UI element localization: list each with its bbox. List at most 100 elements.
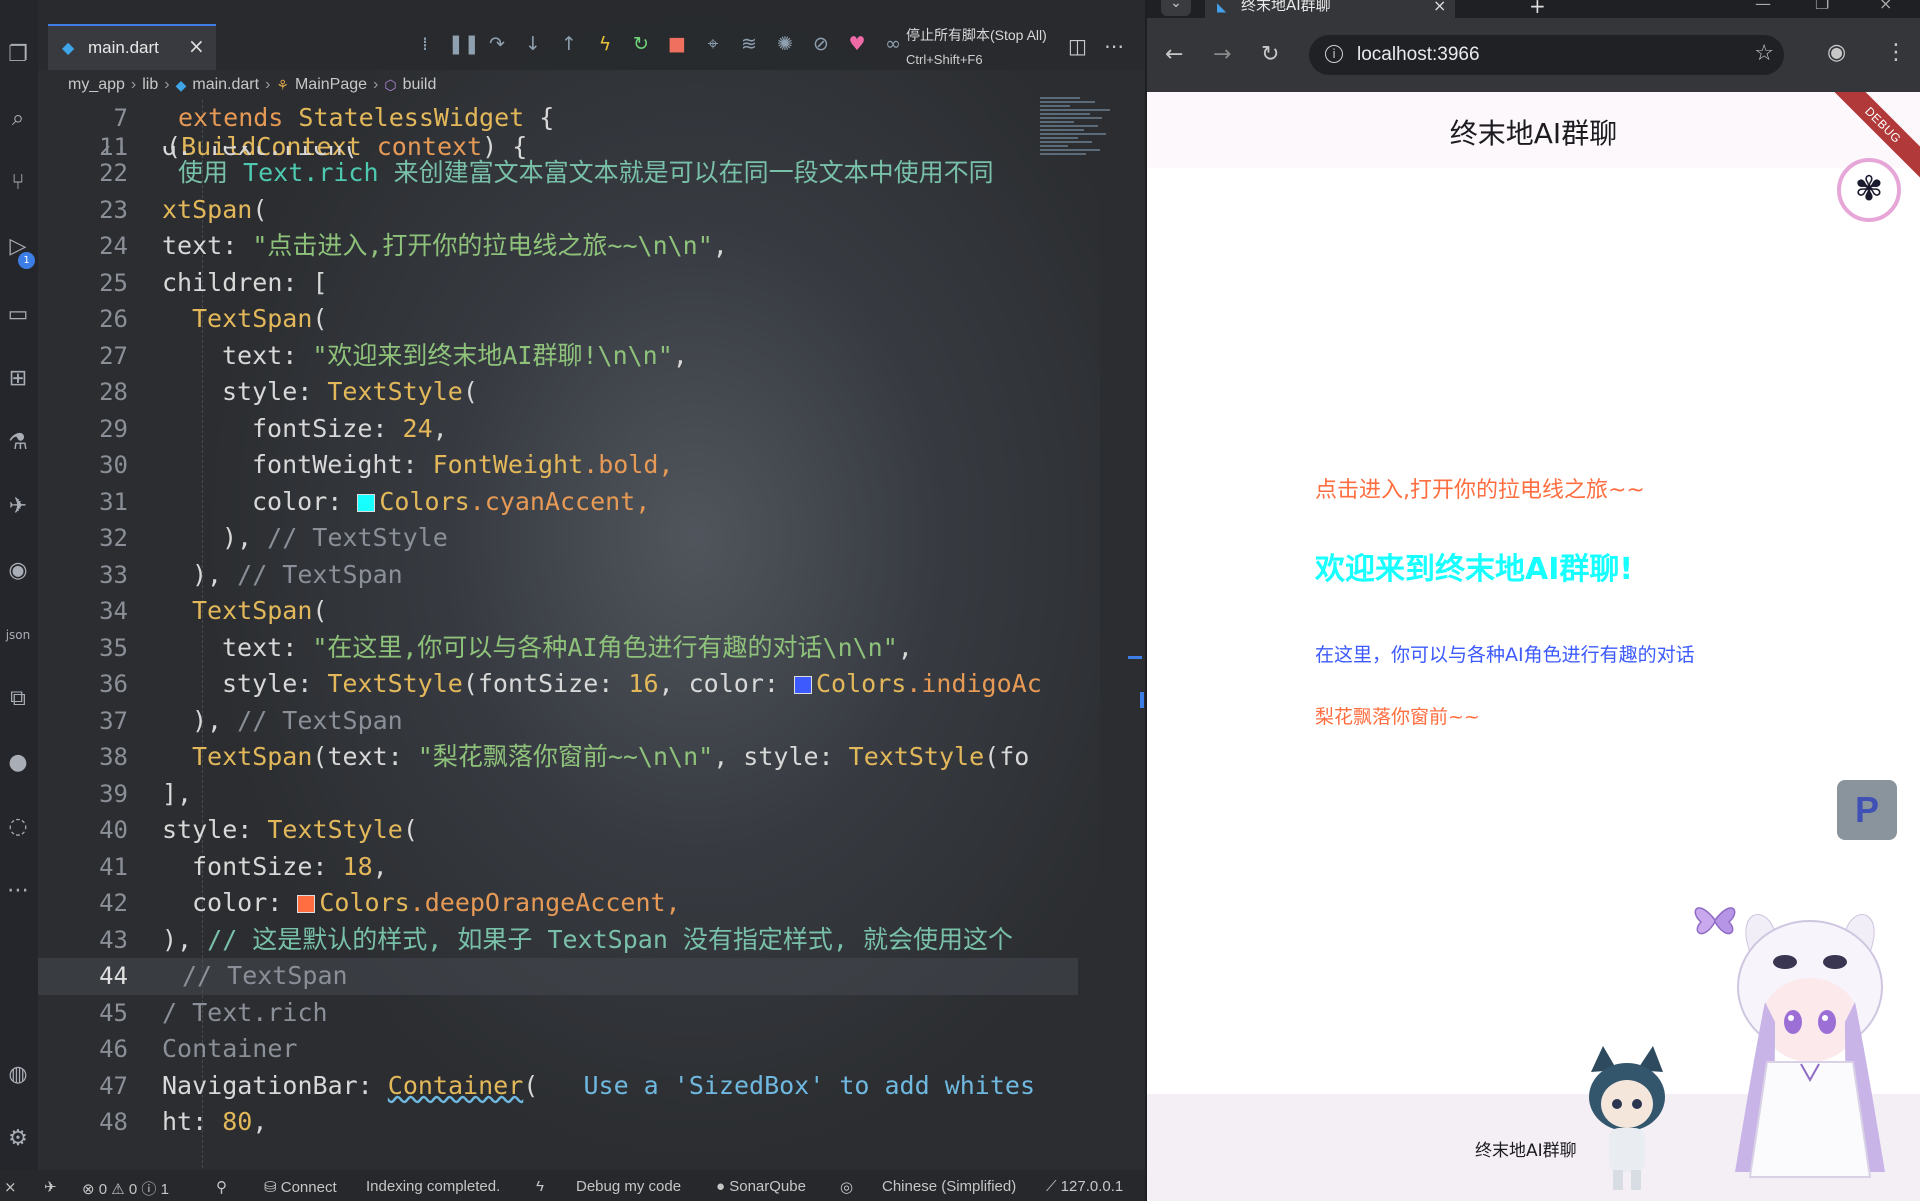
breadcrumb-item[interactable]: MainPage xyxy=(295,76,367,94)
pause-icon[interactable]: ❚❚ xyxy=(448,31,480,57)
reload-icon[interactable]: ↻ xyxy=(1261,42,1279,67)
code-line[interactable]: 39], xyxy=(38,776,1078,813)
close-icon[interactable]: × xyxy=(1433,0,1446,15)
code-line[interactable]: 28 style: TextStyle( xyxy=(38,374,1078,411)
maximize-icon[interactable]: ❐ xyxy=(1815,0,1829,13)
browser-toolbar: ← → ↻ i localhost:3966 ☆ ◉ ⋮ xyxy=(1147,18,1920,92)
extensions-icon[interactable]: ⊞ xyxy=(3,364,33,394)
lightning-icon[interactable]: ϟ xyxy=(536,1178,544,1195)
browser-tab-active[interactable]: ◣ 终末地AI群聊 × xyxy=(1205,0,1455,18)
breadcrumb-item[interactable]: main.dart xyxy=(192,76,259,94)
testing-icon[interactable]: ⚗ xyxy=(3,428,33,458)
tab-main-dart[interactable]: ◆ main.dart × xyxy=(48,24,216,70)
github-icon[interactable]: ● xyxy=(3,748,33,778)
code-line[interactable]: 36 style: TextStyle(fontSize: 16, color: … xyxy=(38,666,1078,703)
color-swatch-cyan[interactable] xyxy=(357,493,376,512)
address-bar[interactable]: i localhost:3966 ☆ xyxy=(1309,35,1784,75)
inspect-widget-icon[interactable]: ⌖ xyxy=(700,31,726,57)
p-extension-button[interactable]: P xyxy=(1837,780,1897,840)
debug-my-code[interactable]: Debug my code xyxy=(576,1178,681,1195)
settings-gear-icon[interactable]: ⚙ xyxy=(3,1124,33,1154)
code-line[interactable]: 42 color: Colors.deepOrangeAccent, xyxy=(38,885,1078,922)
debug-extra-icon[interactable]: ≋ xyxy=(736,31,762,57)
host-status[interactable]: ⟋ 127.0.0.1 xyxy=(1046,1178,1123,1195)
copilot-icon[interactable]: ◉ xyxy=(3,556,33,586)
stop-icon[interactable]: ■ xyxy=(664,31,690,57)
code-editor[interactable]: 7 extends StatelessWidget { 11 (BuildConte… xyxy=(38,100,1108,1168)
step-over-icon[interactable]: ↷ xyxy=(484,31,510,57)
json-icon[interactable]: json xyxy=(3,620,33,650)
color-swatch-indigo[interactable] xyxy=(793,676,812,694)
code-line[interactable]: 33), // TextSpan xyxy=(38,557,1078,594)
code-line[interactable]: 24 text: "点击进入,打开你的拉电线之旅~~\n\n", xyxy=(38,228,1078,265)
code-line[interactable]: 22 使用 Text.rich 来创建富文本富文本就是可以在同一段文本中使用不同 xyxy=(38,155,1078,192)
account-icon[interactable]: ◍ xyxy=(3,1060,33,1090)
code-line[interactable]: 31 color: Colors.cyanAccent, xyxy=(38,484,1078,521)
source-control-icon[interactable]: ⑂ xyxy=(3,168,33,198)
code-line[interactable]: 43), // 这是默认的样式, 如果子 TextSpan 没有指定样式, 就会… xyxy=(38,922,1078,959)
heart-icon[interactable]: ♥ xyxy=(844,31,870,57)
close-icon[interactable]: × xyxy=(188,34,205,58)
eye-off-icon[interactable]: ⊘ xyxy=(808,31,834,57)
timeline-icon[interactable]: ◌ xyxy=(3,812,33,842)
drag-handle-icon[interactable]: ⁞ xyxy=(412,31,438,57)
back-arrow-icon[interactable]: ← xyxy=(1165,42,1183,67)
step-into-icon[interactable]: ↓ xyxy=(520,31,546,57)
code-line[interactable]: 38 TextSpan(text: "梨花飘落你窗前~~\n\n", style:… xyxy=(38,739,1078,776)
code-line[interactable]: 26 TextSpan( xyxy=(38,301,1078,338)
debug-status-icon[interactable]: ⚲ xyxy=(216,1178,227,1196)
tab-search-chevron-icon[interactable]: ⌄ xyxy=(1161,0,1191,16)
more-icon[interactable]: ⋯ xyxy=(3,876,33,906)
code-line[interactable]: 27 text: "欢迎来到终末地AI群聊!\n\n", xyxy=(38,338,1078,375)
scrollbar-thumb[interactable] xyxy=(1140,692,1144,708)
floating-logo-icon[interactable]: ✾ xyxy=(1837,158,1901,222)
breadcrumb-item[interactable]: build xyxy=(403,76,437,94)
code-line[interactable]: 23 xtSpan( xyxy=(38,192,1078,229)
connect-status[interactable]: ⛁ Connect xyxy=(264,1178,337,1196)
code-line[interactable]: 37), // TextSpan xyxy=(38,703,1078,740)
explorer-icon[interactable]: ❐ xyxy=(3,40,33,70)
flutter-icon[interactable]: ✈ xyxy=(3,492,33,522)
code-line-current[interactable]: 44 // TextSpan xyxy=(38,958,1078,995)
step-out-icon[interactable]: ↑ xyxy=(556,31,582,57)
code-line[interactable]: 30 fontWeight: FontWeight.bold, xyxy=(38,447,1078,484)
remote-explorer-icon[interactable]: ▭ xyxy=(3,300,33,330)
code-line[interactable]: 29 fontSize: 24, xyxy=(38,411,1078,448)
profile-icon[interactable]: ◉ xyxy=(1827,40,1846,65)
code-line[interactable]: 34 TextSpan( xyxy=(38,593,1078,630)
code-line[interactable]: 41 fontSize: 18, xyxy=(38,849,1078,886)
new-tab-plus-icon[interactable]: + xyxy=(1529,0,1546,18)
restart-icon[interactable]: ↻ xyxy=(628,31,654,57)
code-line[interactable]: 40 style: TextStyle( xyxy=(38,812,1078,849)
color-swatch-deep-orange[interactable] xyxy=(297,895,316,913)
site-info-icon[interactable]: i xyxy=(1325,45,1343,63)
remote-icon[interactable]: ⨯ xyxy=(4,1178,17,1196)
code-line[interactable]: 25 children: [ xyxy=(38,265,1078,302)
language-status[interactable]: Chinese (Simplified) xyxy=(882,1178,1016,1195)
broadcast-icon[interactable]: ◎ xyxy=(840,1178,853,1196)
close-window-icon[interactable]: × xyxy=(1879,0,1892,13)
code-line[interactable]: 45 / Text.rich xyxy=(38,995,1078,1032)
hot-reload-icon[interactable]: ϟ xyxy=(592,31,618,57)
code-line[interactable]: 32), // TextStyle xyxy=(38,520,1078,557)
openai-icon[interactable]: ✺ xyxy=(772,31,798,57)
code-line[interactable]: 35 text: "在这里,你可以与各种AI角色进行有趣的对话\n\n", xyxy=(38,630,1078,667)
link-icon[interactable]: ∞ xyxy=(880,31,906,57)
forward-arrow-icon[interactable]: → xyxy=(1213,42,1231,67)
problems-indicator[interactable]: ⊗ 0 ⚠ 0 ⓘ 1 xyxy=(82,1178,169,1199)
sonarqube-status[interactable]: ● SonarQube xyxy=(716,1178,806,1195)
code-line[interactable]: 47 NavigationBar: Container( Use a 'Sized… xyxy=(38,1068,1078,1105)
minimize-icon[interactable]: — xyxy=(1755,0,1771,13)
search-icon[interactable]: ⌕ xyxy=(3,104,33,134)
database-icon[interactable]: ⧉ xyxy=(3,684,33,714)
more-actions-icon[interactable]: ⋯ xyxy=(1104,34,1124,58)
breadcrumb-item[interactable]: lib xyxy=(142,76,158,94)
bookmark-star-icon[interactable]: ☆ xyxy=(1754,41,1774,66)
code-line[interactable]: 46 Container xyxy=(38,1031,1078,1068)
menu-kebab-icon[interactable]: ⋮ xyxy=(1885,40,1907,65)
minimap[interactable] xyxy=(1040,95,1130,235)
flutter-status-icon[interactable]: ✈ xyxy=(44,1178,57,1196)
code-line[interactable]: 48 ht: 80, xyxy=(38,1104,1078,1141)
split-editor-icon[interactable]: ◫ xyxy=(1068,34,1087,58)
breadcrumb-item[interactable]: my_app xyxy=(68,76,125,94)
